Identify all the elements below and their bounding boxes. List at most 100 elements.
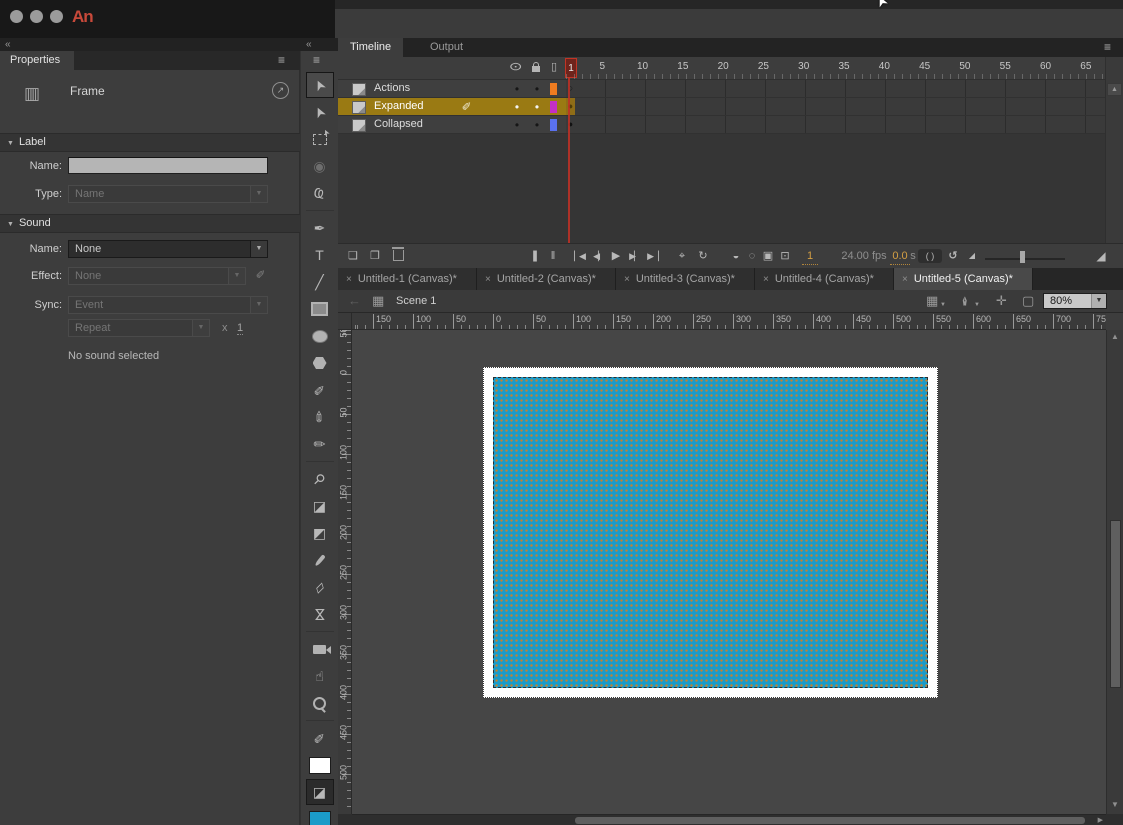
layer-frames-track[interactable] xyxy=(566,116,1105,134)
tool-rectangle[interactable] xyxy=(307,297,333,321)
tool-free-transform[interactable] xyxy=(307,127,333,151)
tool-asset-warp[interactable]: ⚲ xyxy=(307,467,333,491)
label-name-input[interactable] xyxy=(68,157,268,174)
loop-button[interactable]: ↻ xyxy=(694,248,712,264)
close-icon[interactable]: × xyxy=(485,269,491,290)
delete-layer-button[interactable] xyxy=(389,250,407,266)
scene-name[interactable]: Scene 1 xyxy=(396,295,436,307)
layer-name-cell[interactable]: Actions•• xyxy=(338,80,566,98)
timeline-zoom-slider[interactable] xyxy=(985,258,1065,260)
layer-row-collapsed[interactable]: Collapsed••● xyxy=(338,116,1123,134)
tool-selection[interactable]: ➤ xyxy=(307,73,333,97)
layer-name-cell[interactable]: Collapsed•• xyxy=(338,116,566,134)
tool-paint-brush[interactable]: ✐ xyxy=(307,405,333,429)
label-section-header[interactable]: ▼Label xyxy=(0,133,300,152)
step-back-button[interactable]: ◀▏ xyxy=(589,248,607,264)
tool-camera[interactable] xyxy=(307,637,333,661)
layer-lock-dot[interactable]: • xyxy=(530,82,544,96)
vertical-scrollbar[interactable]: ▲ ▼ xyxy=(1106,330,1123,814)
layer-frames-track[interactable] xyxy=(566,80,1105,98)
tab-properties[interactable]: Properties xyxy=(0,51,74,70)
canvas-pasteboard[interactable] xyxy=(352,330,1106,814)
tool-subselection[interactable]: ➤ xyxy=(307,100,333,124)
back-arrow-icon[interactable]: ← xyxy=(348,293,361,308)
scroll-right-icon[interactable]: ▶ xyxy=(1098,816,1103,824)
collapse-toolbar-icon[interactable]: « xyxy=(306,38,312,51)
close-icon[interactable]: × xyxy=(346,269,352,290)
document-tab[interactable]: ×Untitled-1 (Canvas)* xyxy=(338,268,477,290)
timeline-menu-icon[interactable]: ≡ xyxy=(1104,40,1110,54)
selected-fill-rectangle[interactable] xyxy=(493,377,928,688)
document-tab[interactable]: ×Untitled-5 (Canvas)* xyxy=(894,268,1033,290)
document-tab[interactable]: ×Untitled-3 (Canvas)* xyxy=(616,268,755,290)
scroll-down-icon[interactable]: ▼ xyxy=(1107,800,1123,809)
layer-visibility-dot[interactable]: • xyxy=(510,100,524,114)
tool-width[interactable]: ⋈ xyxy=(307,602,333,626)
edit-sound-envelope-icon[interactable]: ✏ xyxy=(253,265,270,282)
go-to-first-frame-button[interactable]: ▏◀ xyxy=(570,248,588,264)
close-icon[interactable]: × xyxy=(624,269,630,290)
horizontal-scrollbar-thumb[interactable] xyxy=(575,817,1085,824)
sound-section-header[interactable]: ▼Sound xyxy=(0,214,300,233)
vertical-scrollbar-thumb[interactable] xyxy=(1110,520,1121,688)
tool-stroke-color-pencil[interactable]: ✏ xyxy=(307,726,333,750)
tool-pen[interactable]: ✒ xyxy=(307,216,333,240)
properties-menu-icon[interactable]: ≡ xyxy=(278,53,284,67)
clip-content-button[interactable]: ▢ xyxy=(1022,293,1034,309)
frame-rate-indicator[interactable]: 24.00 fps xyxy=(834,248,894,264)
tool-pencil[interactable]: ✏ xyxy=(307,378,333,402)
window-zoom-button[interactable] xyxy=(50,10,63,23)
tool-zoom[interactable] xyxy=(307,691,333,715)
layer-outline-color-swatch[interactable] xyxy=(550,83,557,95)
repeat-count-value[interactable]: 1 xyxy=(237,322,243,335)
tool-lasso[interactable]: Ҩ xyxy=(307,181,333,205)
layer-visibility-dot[interactable]: • xyxy=(510,118,524,132)
tool-paint-bucket[interactable]: ◪ xyxy=(307,494,333,518)
paragraph-brackets-button[interactable]: ( ) xyxy=(918,249,942,263)
help-icon[interactable]: ↗ xyxy=(272,82,289,99)
zoom-in-timeline-icon[interactable]: ◢ xyxy=(1092,248,1110,264)
step-forward-button[interactable]: ▶▏ xyxy=(625,248,643,264)
layer-frames-track[interactable] xyxy=(566,98,1105,116)
tab-timeline[interactable]: Timeline xyxy=(338,38,403,57)
layer-outline-color-swatch[interactable] xyxy=(550,119,557,131)
layer-row-expanded[interactable]: Expanded✏••● xyxy=(338,98,1123,116)
elapsed-time-value[interactable]: 0.0 xyxy=(890,248,910,265)
lock-all-layers-icon[interactable] xyxy=(528,63,544,75)
layer-outline-color-swatch[interactable] xyxy=(550,101,557,113)
sound-effect-dropdown[interactable]: None▼ xyxy=(68,267,246,285)
show-hide-all-layers-icon[interactable]: ⊙ xyxy=(508,60,524,73)
center-stage-button[interactable]: ✛ xyxy=(996,293,1007,309)
timeline-zoom-slider-thumb[interactable] xyxy=(1020,251,1025,263)
outline-all-layers-icon[interactable]: ▯ xyxy=(546,60,562,73)
tool-polystar[interactable] xyxy=(307,351,333,375)
new-layer-button[interactable]: ❏ xyxy=(344,248,362,264)
onion-marker-button[interactable]: ❚ xyxy=(526,248,544,264)
pause-button[interactable]: ‖ xyxy=(544,248,562,264)
new-folder-button[interactable]: ❐ xyxy=(366,248,384,264)
sound-sync-dropdown[interactable]: Event▼ xyxy=(68,296,268,314)
document-tab[interactable]: ×Untitled-4 (Canvas)* xyxy=(755,268,894,290)
tool-stroke-color[interactable] xyxy=(307,753,333,777)
go-to-last-frame-button[interactable]: ▶▕ xyxy=(643,248,661,264)
stage[interactable] xyxy=(483,367,938,698)
close-icon[interactable]: × xyxy=(902,269,908,290)
tab-output[interactable]: Output xyxy=(418,38,475,57)
tool-line[interactable]: ╱ xyxy=(307,270,333,294)
label-type-dropdown[interactable]: Name▼ xyxy=(68,185,268,203)
timeline-scroll-up-button[interactable]: ▲ xyxy=(1107,83,1122,96)
layer-visibility-dot[interactable]: • xyxy=(510,82,524,96)
tool-oval[interactable] xyxy=(307,324,333,348)
layer-lock-dot[interactable]: • xyxy=(530,100,544,114)
toolbar-menu-icon[interactable]: ≡ xyxy=(313,53,319,67)
window-minimize-button[interactable] xyxy=(30,10,43,23)
close-icon[interactable]: × xyxy=(763,269,769,290)
horizontal-scrollbar[interactable]: ▶ xyxy=(352,814,1106,825)
document-tab[interactable]: ×Untitled-2 (Canvas)* xyxy=(477,268,616,290)
layer-row-actions[interactable]: Actions••○ xyxy=(338,80,1123,98)
tool-classic-brush[interactable]: ✎ xyxy=(307,432,333,456)
edit-scene-button[interactable]: ▦ xyxy=(926,293,938,309)
stage-zoom-select[interactable]: 80% ▼ xyxy=(1043,293,1107,309)
zoom-out-timeline-icon[interactable]: ◢ xyxy=(963,248,981,264)
center-frame-button[interactable]: ⌖ xyxy=(673,248,691,264)
